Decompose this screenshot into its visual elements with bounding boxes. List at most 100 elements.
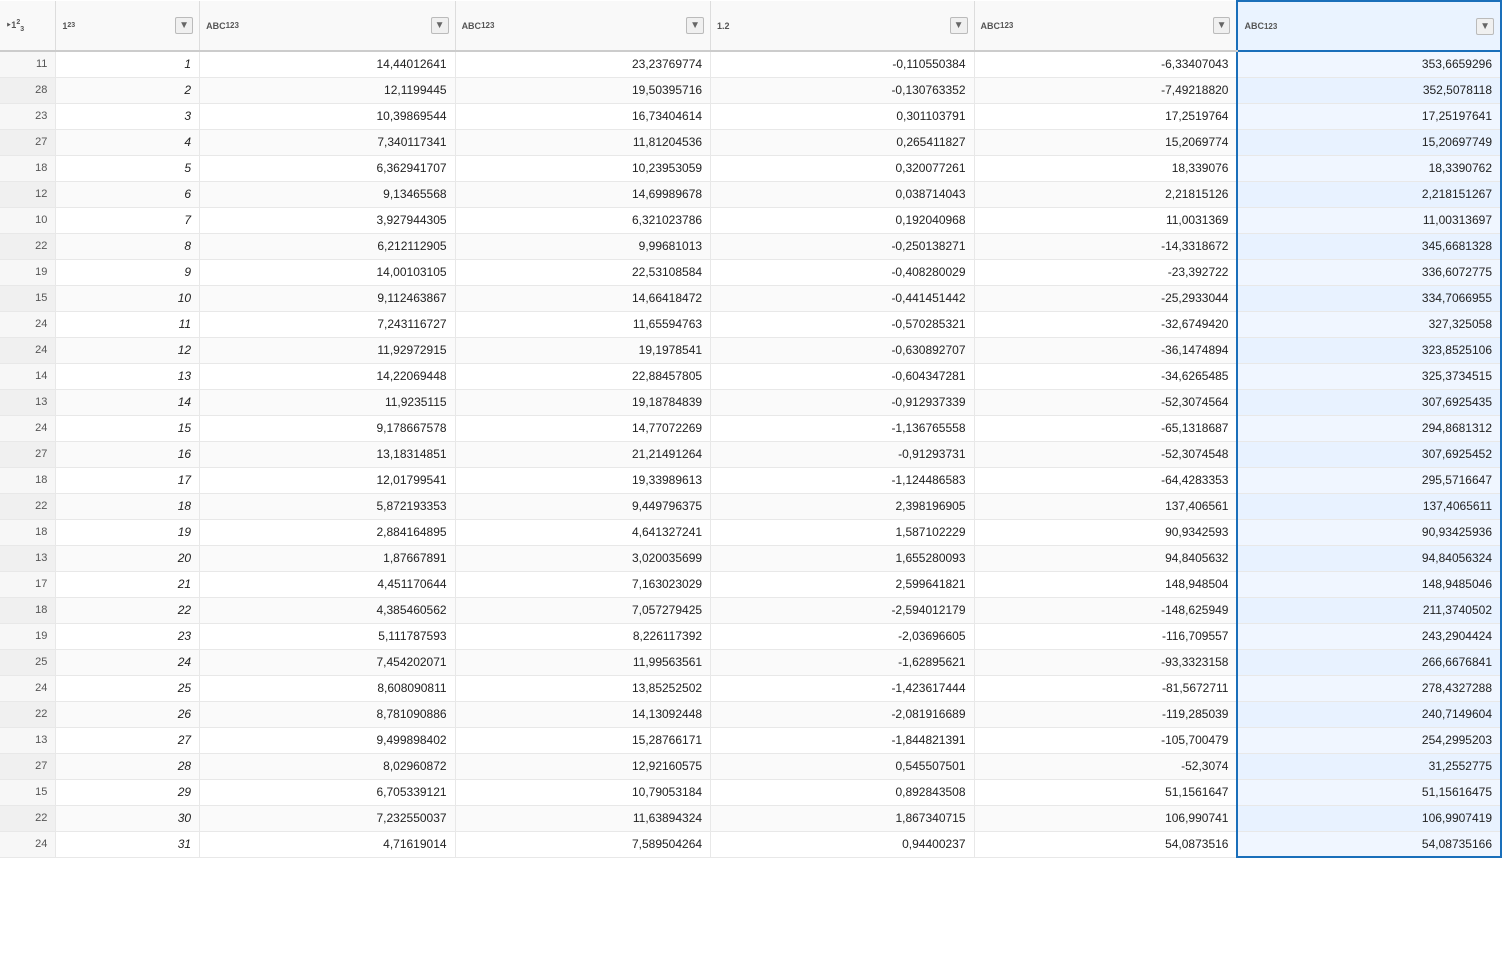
table-row: 13201,876678913,0200356991,65528009394,8… bbox=[0, 545, 1501, 571]
cell-bearing: 137,4065611 bbox=[1237, 493, 1501, 519]
cell-distance-km: 6,321023786 bbox=[455, 207, 710, 233]
cell-distance-mi: 4,451170644 bbox=[200, 571, 455, 597]
col-bearing-dropdown[interactable]: ▼ bbox=[1476, 18, 1494, 35]
row-number: 14 bbox=[0, 363, 56, 389]
cell-index: 26 bbox=[56, 701, 200, 727]
cell-bearing: 336,6072775 bbox=[1237, 259, 1501, 285]
cell-bearing-pre: -14,3318672 bbox=[974, 233, 1237, 259]
cell-index: 14 bbox=[56, 389, 200, 415]
cell-distance-km: 14,13092448 bbox=[455, 701, 710, 727]
cell-bearing-pre: 17,2519764 bbox=[974, 103, 1237, 129]
table-row: 18224,3854605627,057279425-2,594012179-1… bbox=[0, 597, 1501, 623]
row-number: 18 bbox=[0, 597, 56, 623]
cell-index: 27 bbox=[56, 727, 200, 753]
cell-distance-mi: 12,1199445 bbox=[200, 77, 455, 103]
row-number: 11 bbox=[0, 51, 56, 77]
cell-distance-km: 16,73404614 bbox=[455, 103, 710, 129]
bearing-type-icon: ABC123 bbox=[1244, 21, 1277, 31]
data-table-container[interactable]: ‣123 123 ▼ ABC123 bbox=[0, 0, 1502, 958]
cell-bearing-pre: -148,625949 bbox=[974, 597, 1237, 623]
col-header-rownum: ‣123 bbox=[0, 1, 56, 51]
cell-distance-km: 3,020035699 bbox=[455, 545, 710, 571]
cell-index: 17 bbox=[56, 467, 200, 493]
cell-index: 30 bbox=[56, 805, 200, 831]
cell-index: 24 bbox=[56, 649, 200, 675]
table-row: 19235,1117875938,226117392-2,03696605-11… bbox=[0, 623, 1501, 649]
cell-bearing-pre: 90,9342593 bbox=[974, 519, 1237, 545]
cell-distance-km: 14,69989678 bbox=[455, 181, 710, 207]
cell-bearing: 243,2904424 bbox=[1237, 623, 1501, 649]
row-number: 13 bbox=[0, 389, 56, 415]
cell-bearing-pre: -32,6749420 bbox=[974, 311, 1237, 337]
row-number: 24 bbox=[0, 831, 56, 857]
cell-bearing-rad: -1,423617444 bbox=[711, 675, 974, 701]
table-row: 141314,2206944822,88457805-0,604347281-3… bbox=[0, 363, 1501, 389]
cell-bearing-rad: -0,130763352 bbox=[711, 77, 974, 103]
cell-distance-km: 11,65594763 bbox=[455, 311, 710, 337]
cell-index: 29 bbox=[56, 779, 200, 805]
cell-index: 6 bbox=[56, 181, 200, 207]
cell-distance-km: 23,23769774 bbox=[455, 51, 710, 77]
cell-index: 18 bbox=[56, 493, 200, 519]
col-index-dropdown[interactable]: ▼ bbox=[175, 17, 193, 34]
cell-bearing-rad: 0,545507501 bbox=[711, 753, 974, 779]
cell-distance-km: 9,99681013 bbox=[455, 233, 710, 259]
cell-bearing-pre: 18,339076 bbox=[974, 155, 1237, 181]
col-header-distance-mi: ABC123 ▼ bbox=[200, 1, 455, 51]
cell-bearing: 334,7066955 bbox=[1237, 285, 1501, 311]
cell-bearing-rad: -0,408280029 bbox=[711, 259, 974, 285]
cell-bearing-rad: -0,570285321 bbox=[711, 311, 974, 337]
cell-bearing-rad: -1,136765558 bbox=[711, 415, 974, 441]
cell-bearing-rad: 0,892843508 bbox=[711, 779, 974, 805]
col-bearing-rad-dropdown[interactable]: ▼ bbox=[950, 17, 968, 34]
cell-distance-km: 8,226117392 bbox=[455, 623, 710, 649]
cell-bearing-pre: -52,3074 bbox=[974, 753, 1237, 779]
cell-distance-km: 10,23953059 bbox=[455, 155, 710, 181]
cell-bearing-pre: 51,1561647 bbox=[974, 779, 1237, 805]
cell-bearing: 254,2995203 bbox=[1237, 727, 1501, 753]
cell-bearing-pre: 94,8405632 bbox=[974, 545, 1237, 571]
table-body: 11114,4401264123,23769774-0,110550384-6,… bbox=[0, 51, 1501, 857]
table-row: 1269,1346556814,699896780,0387140432,218… bbox=[0, 181, 1501, 207]
cell-index: 22 bbox=[56, 597, 200, 623]
cell-distance-km: 13,85252502 bbox=[455, 675, 710, 701]
col-distance-mi-dropdown[interactable]: ▼ bbox=[431, 17, 449, 34]
cell-index: 11 bbox=[56, 311, 200, 337]
cell-distance-mi: 6,212112905 bbox=[200, 233, 455, 259]
table-row: 15296,70533912110,790531840,89284350851,… bbox=[0, 779, 1501, 805]
cell-bearing: 307,6925452 bbox=[1237, 441, 1501, 467]
row-number: 24 bbox=[0, 675, 56, 701]
cell-bearing-pre: -119,285039 bbox=[974, 701, 1237, 727]
cell-distance-km: 11,81204536 bbox=[455, 129, 710, 155]
col-header-bearing: ABC123 ▼ bbox=[1237, 1, 1501, 51]
cell-bearing-rad: 0,265411827 bbox=[711, 129, 974, 155]
cell-bearing: 54,08735166 bbox=[1237, 831, 1501, 857]
cell-distance-km: 21,21491264 bbox=[455, 441, 710, 467]
col-distance-km-dropdown[interactable]: ▼ bbox=[686, 17, 704, 34]
cell-bearing-rad: -0,912937339 bbox=[711, 389, 974, 415]
cell-distance-km: 7,163023029 bbox=[455, 571, 710, 597]
cell-distance-km: 12,92160575 bbox=[455, 753, 710, 779]
cell-index: 12 bbox=[56, 337, 200, 363]
cell-bearing-rad: -2,03696605 bbox=[711, 623, 974, 649]
cell-bearing-pre: -7,49218820 bbox=[974, 77, 1237, 103]
cell-distance-mi: 14,00103105 bbox=[200, 259, 455, 285]
table-row: 13279,49989840215,28766171-1,844821391-1… bbox=[0, 727, 1501, 753]
cell-distance-mi: 8,02960872 bbox=[200, 753, 455, 779]
cell-index: 25 bbox=[56, 675, 200, 701]
table-row: 271613,1831485121,21491264-0,91293731-52… bbox=[0, 441, 1501, 467]
cell-bearing-rad: 0,320077261 bbox=[711, 155, 974, 181]
cell-bearing-pre: -25,2933044 bbox=[974, 285, 1237, 311]
cell-bearing-rad: -1,62895621 bbox=[711, 649, 974, 675]
table-row: 2286,2121129059,99681013-0,250138271-14,… bbox=[0, 233, 1501, 259]
row-number: 24 bbox=[0, 311, 56, 337]
cell-bearing: 15,20697749 bbox=[1237, 129, 1501, 155]
cell-index: 20 bbox=[56, 545, 200, 571]
cell-bearing-pre: -23,392722 bbox=[974, 259, 1237, 285]
col-bearing-pre-dropdown[interactable]: ▼ bbox=[1213, 17, 1231, 34]
table-row: 241211,9297291519,1978541-0,630892707-36… bbox=[0, 337, 1501, 363]
cell-bearing-pre: 15,2069774 bbox=[974, 129, 1237, 155]
cell-bearing-rad: 1,867340715 bbox=[711, 805, 974, 831]
cell-bearing: 294,8681312 bbox=[1237, 415, 1501, 441]
cell-bearing-rad: 0,301103791 bbox=[711, 103, 974, 129]
